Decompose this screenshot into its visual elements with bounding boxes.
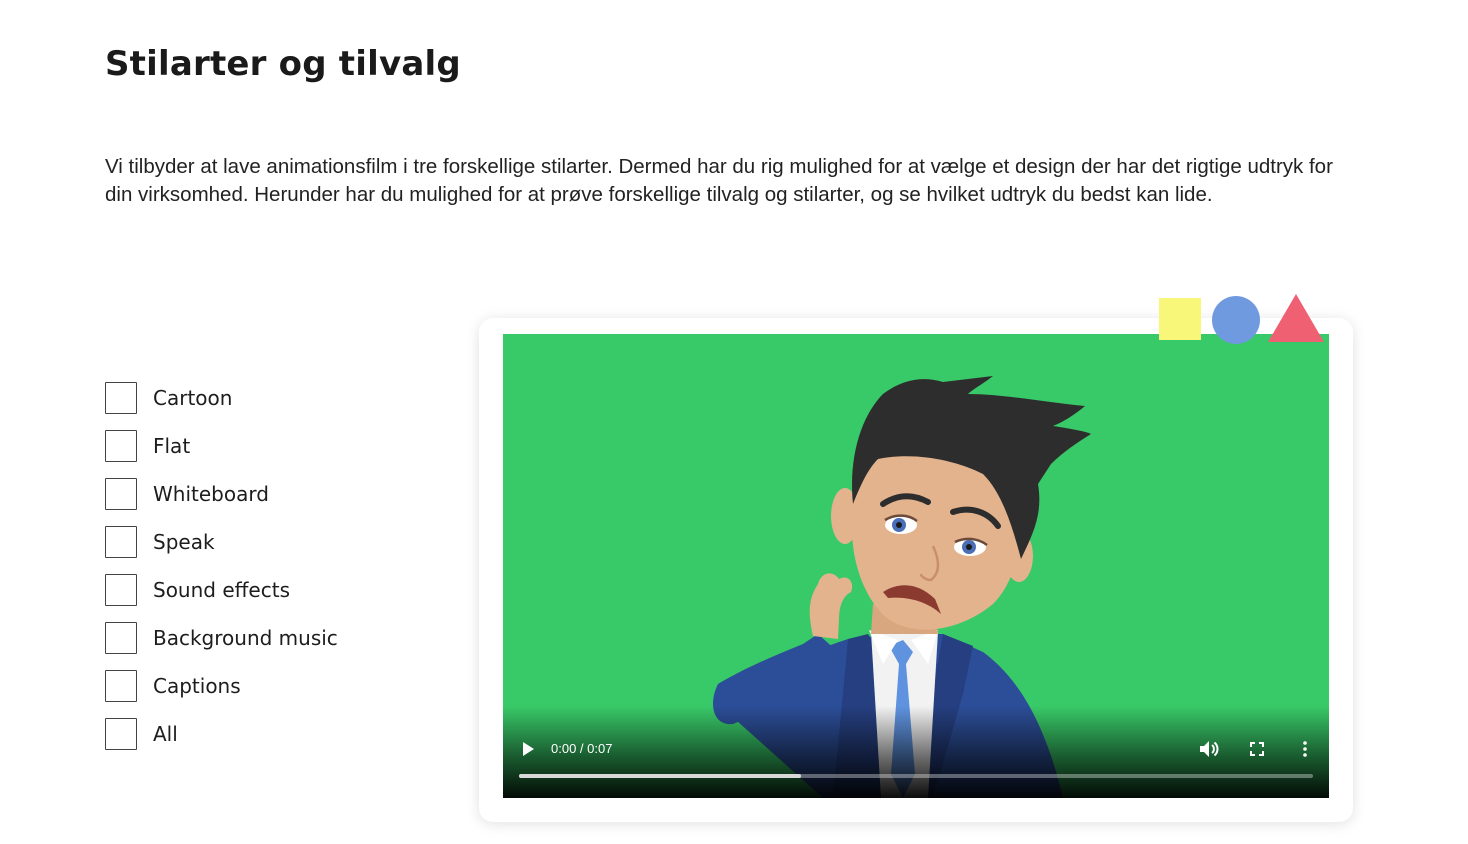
option-cartoon[interactable]: Cartoon [105, 382, 338, 414]
play-icon[interactable] [521, 741, 535, 757]
blue-circle-icon [1212, 296, 1260, 344]
red-triangle-icon [1268, 294, 1324, 342]
option-captions[interactable]: Captions [105, 670, 338, 702]
video-progress-bar[interactable] [519, 774, 1313, 778]
option-label: Whiteboard [153, 482, 269, 506]
checkbox[interactable] [105, 430, 137, 462]
page-title: Stilarter og tilvalg [105, 44, 461, 84]
option-speak[interactable]: Speak [105, 526, 338, 558]
option-label: Sound effects [153, 578, 290, 602]
checkbox[interactable] [105, 478, 137, 510]
video-buffered-fill [519, 774, 801, 778]
option-label: Flat [153, 434, 191, 458]
checkbox[interactable] [105, 382, 137, 414]
decorative-shapes [1158, 294, 1326, 344]
option-whiteboard[interactable]: Whiteboard [105, 478, 338, 510]
fullscreen-icon[interactable] [1250, 742, 1264, 756]
yellow-square-icon [1159, 298, 1201, 340]
option-label: Background music [153, 626, 338, 650]
option-all[interactable]: All [105, 718, 338, 750]
option-flat[interactable]: Flat [105, 430, 338, 462]
option-label: All [153, 722, 178, 746]
video-time-display: 0:00 / 0:07 [551, 741, 613, 756]
option-sound-effects[interactable]: Sound effects [105, 574, 338, 606]
page: Stilarter og tilvalg Vi tilbyder at lave… [0, 0, 1468, 844]
checkbox[interactable] [105, 574, 137, 606]
checkbox[interactable] [105, 670, 137, 702]
checkbox[interactable] [105, 526, 137, 558]
style-options-list: Cartoon Flat Whiteboard Speak Sound effe… [105, 382, 338, 766]
option-label: Speak [153, 530, 215, 554]
intro-paragraph: Vi tilbyder at lave animationsfilm i tre… [105, 155, 1333, 206]
option-label: Cartoon [153, 386, 233, 410]
more-options-icon[interactable] [1302, 741, 1308, 757]
video-player[interactable]: 0:00 / 0:07 [503, 334, 1329, 798]
checkbox[interactable] [105, 718, 137, 750]
checkbox[interactable] [105, 622, 137, 654]
option-background-music[interactable]: Background music [105, 622, 338, 654]
volume-icon[interactable] [1199, 740, 1219, 758]
option-label: Captions [153, 674, 241, 698]
